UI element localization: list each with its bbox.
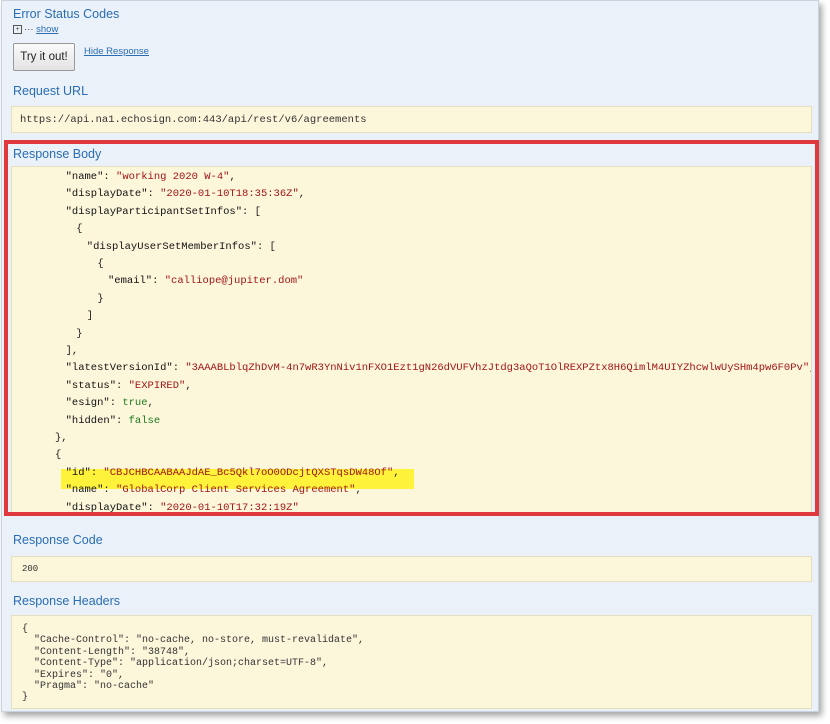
response-code-heading: Response Code [13, 533, 103, 547]
header-line: "Content-Type": "application/json;charse… [22, 658, 329, 670]
response-code-value: 200 [22, 564, 39, 574]
annotation-red-rectangle [4, 140, 819, 516]
response-headers-heading: Response Headers [13, 594, 121, 608]
response-headers-box: { "Cache-Control": "no-cache, no-store, … [11, 615, 812, 709]
hide-response-link[interactable]: Hide Response [84, 46, 149, 57]
ellipsis-icon: ··· [24, 24, 37, 35]
response-code-box: 200 [11, 556, 812, 582]
header-line: "Expires": "0", [22, 669, 125, 681]
header-line: "Content-Length": "38748", [22, 646, 191, 658]
try-it-out-button[interactable]: Try it out! [13, 43, 75, 71]
error-status-codes-heading: Error Status Codes [13, 7, 120, 21]
header-line: "Cache-Control": "no-cache, no-store, mu… [22, 635, 365, 647]
show-link[interactable]: show [36, 24, 58, 35]
header-line: { [22, 624, 29, 635]
show-error-codes-row[interactable]: + ··· show [13, 24, 58, 36]
request-url-box: https://api.na1.echosign.com:443/api/res… [11, 106, 812, 133]
request-url-heading: Request URL [13, 84, 89, 98]
header-line: } [22, 692, 29, 704]
expand-icon[interactable]: + [13, 24, 22, 34]
request-url-value: https://api.na1.echosign.com:443/api/res… [20, 114, 367, 126]
header-line: "Pragma": "no-cache" [22, 681, 155, 692]
